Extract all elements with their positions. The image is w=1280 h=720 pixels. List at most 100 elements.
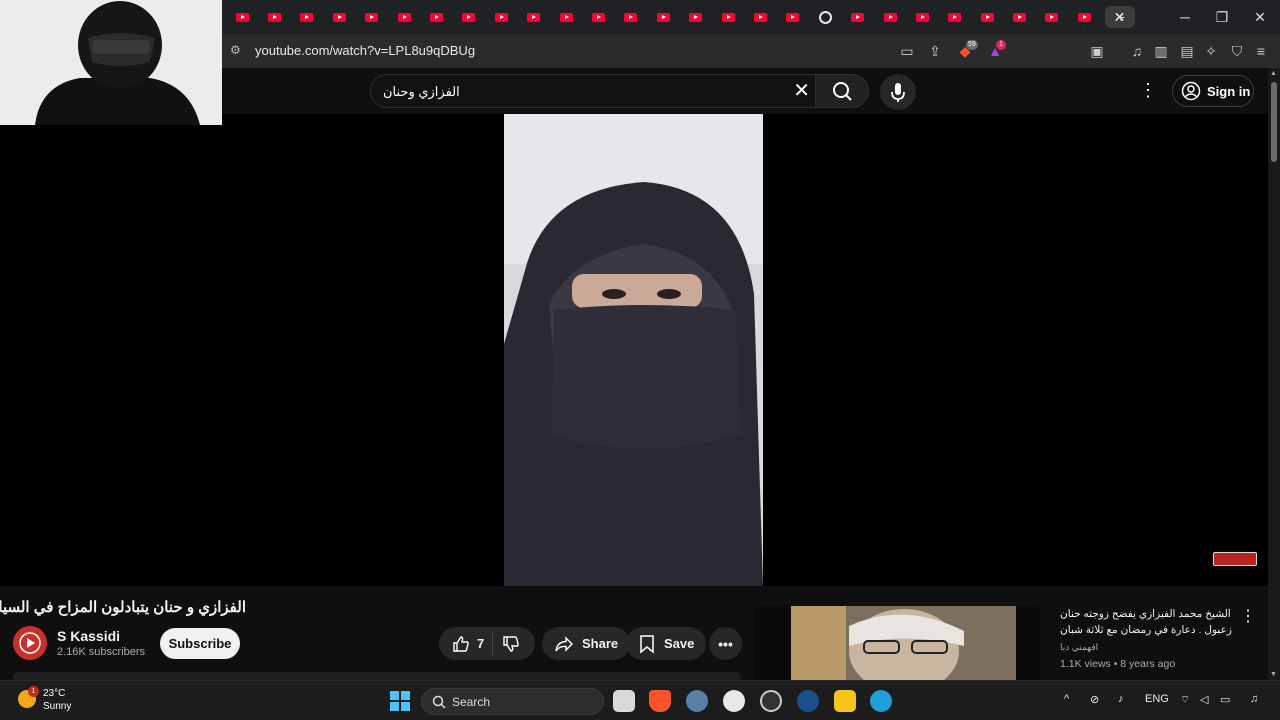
tab-youtube[interactable] bbox=[841, 6, 873, 28]
tab-youtube[interactable] bbox=[679, 6, 711, 28]
tray-overflow-icon[interactable]: ^ bbox=[1064, 693, 1069, 705]
sidebar-icon[interactable]: ▥ bbox=[1152, 42, 1170, 60]
taskbar-search[interactable]: Search bbox=[421, 688, 604, 715]
tab-youtube[interactable] bbox=[356, 6, 388, 28]
youtube-favicon-icon bbox=[753, 12, 767, 22]
tab-youtube[interactable] bbox=[744, 6, 776, 28]
tab-youtube[interactable] bbox=[906, 6, 938, 28]
close-window-icon[interactable]: ✕ bbox=[1245, 6, 1275, 28]
recommended-channel[interactable]: افهمني دبا bbox=[1060, 642, 1098, 653]
tab-youtube[interactable] bbox=[647, 6, 679, 28]
media-icon[interactable]: ♫ bbox=[1128, 42, 1146, 60]
tab-youtube[interactable] bbox=[1003, 6, 1035, 28]
weather-temperature[interactable]: 23°C bbox=[43, 688, 65, 699]
share-icon bbox=[555, 635, 573, 652]
tab-youtube[interactable] bbox=[485, 6, 517, 28]
more-options-icon[interactable]: ⋮ bbox=[1138, 80, 1158, 102]
channel-name[interactable]: S Kassidi bbox=[57, 628, 120, 644]
menu-icon[interactable]: ≡ bbox=[1252, 42, 1270, 60]
youtube-favicon-icon bbox=[559, 12, 573, 22]
page-scrollbar[interactable]: ▲ ▼ bbox=[1268, 68, 1280, 680]
start-button[interactable] bbox=[390, 691, 410, 711]
cast-icon[interactable]: ▭ bbox=[898, 42, 916, 60]
tab-youtube[interactable] bbox=[712, 6, 744, 28]
steam-icon[interactable] bbox=[797, 690, 819, 712]
edge-browser-icon[interactable] bbox=[870, 690, 892, 712]
like-dislike-group: 7 bbox=[439, 627, 535, 660]
clear-search-icon[interactable]: ✕ bbox=[793, 80, 810, 102]
task-view-icon[interactable] bbox=[613, 690, 635, 712]
more-horizontal-icon: ••• bbox=[718, 635, 733, 652]
share-page-icon[interactable]: ⇪ bbox=[926, 42, 944, 60]
youtube-favicon-icon bbox=[365, 12, 379, 22]
save-button[interactable]: Save bbox=[626, 627, 707, 660]
recommended-thumbnail[interactable] bbox=[754, 606, 1040, 680]
video-player[interactable] bbox=[0, 114, 1268, 586]
restore-icon[interactable]: ❐ bbox=[1207, 6, 1237, 28]
tab-youtube[interactable] bbox=[874, 6, 906, 28]
youtube-favicon-icon bbox=[883, 12, 897, 22]
tab-youtube[interactable] bbox=[550, 6, 582, 28]
channel-avatar[interactable] bbox=[13, 626, 47, 660]
tab-youtube[interactable] bbox=[1068, 6, 1100, 28]
reader-mode-icon[interactable]: ▣ bbox=[1088, 42, 1106, 60]
scroll-thumb[interactable] bbox=[1271, 82, 1277, 162]
wallet-icon[interactable]: ▤ bbox=[1178, 42, 1196, 60]
voice-search-button[interactable] bbox=[880, 74, 916, 110]
scroll-up-icon[interactable]: ▲ bbox=[1270, 70, 1277, 77]
youtube-favicon-icon bbox=[462, 12, 476, 22]
settings-icon[interactable] bbox=[686, 690, 708, 712]
tab-youtube[interactable] bbox=[971, 6, 1003, 28]
recommended-title[interactable]: الشيخ محمد الفيزازي يفضح زوجته حنان زعبو… bbox=[1060, 606, 1236, 638]
network-off-icon[interactable]: ⊘ bbox=[1090, 693, 1099, 706]
new-tab-button[interactable]: + bbox=[1106, 6, 1136, 28]
subscribe-button[interactable]: Subscribe bbox=[160, 628, 240, 659]
share-button[interactable]: Share bbox=[542, 627, 631, 660]
tab-youtube[interactable] bbox=[388, 6, 420, 28]
microphone-tray-icon[interactable]: ♪ bbox=[1118, 693, 1124, 705]
site-info-icon[interactable]: ⚙ bbox=[230, 43, 241, 57]
save-label: Save bbox=[664, 636, 695, 651]
tab-youtube[interactable] bbox=[453, 6, 485, 28]
wifi-icon[interactable]: ⌔ bbox=[1180, 693, 1190, 707]
tab-youtube[interactable] bbox=[518, 6, 550, 28]
volume-icon[interactable]: ◁ bbox=[1200, 693, 1208, 706]
weather-condition[interactable]: Sunny bbox=[43, 701, 71, 712]
tab-youtube[interactable] bbox=[939, 6, 971, 28]
tab-youtube[interactable] bbox=[1036, 6, 1068, 28]
scroll-down-icon[interactable]: ▼ bbox=[1270, 671, 1277, 678]
app-icon[interactable] bbox=[834, 690, 856, 712]
search-button[interactable] bbox=[815, 74, 869, 108]
youtube-favicon-icon bbox=[624, 12, 638, 22]
more-actions-button[interactable]: ••• bbox=[709, 627, 742, 660]
tab-youtube[interactable] bbox=[226, 6, 258, 28]
like-button[interactable]: 7 bbox=[451, 634, 484, 654]
leo-ai-icon[interactable]: ✧ bbox=[1202, 42, 1220, 60]
tab-youtube[interactable] bbox=[323, 6, 355, 28]
tab-youtube[interactable] bbox=[420, 6, 452, 28]
language-indicator[interactable]: ENG bbox=[1145, 693, 1169, 705]
tab-chatgpt[interactable] bbox=[809, 6, 841, 28]
recommended-more-icon[interactable]: ⋮ bbox=[1240, 606, 1256, 626]
thumbs-down-icon[interactable] bbox=[501, 634, 521, 654]
youtube-favicon-icon bbox=[527, 12, 541, 22]
tab-youtube[interactable] bbox=[291, 6, 323, 28]
share-label: Share bbox=[582, 636, 619, 651]
xbox-icon[interactable] bbox=[723, 690, 745, 712]
brave-browser-icon[interactable] bbox=[649, 690, 671, 712]
vpn-icon[interactable]: ⛉ bbox=[1228, 42, 1246, 60]
tab-youtube[interactable] bbox=[582, 6, 614, 28]
search-input[interactable]: الفزازي وحنان ✕ bbox=[370, 74, 816, 108]
minimize-icon[interactable]: ─ bbox=[1170, 6, 1200, 28]
youtube-favicon-icon bbox=[1013, 12, 1027, 22]
tab-youtube[interactable] bbox=[258, 6, 290, 28]
sign-in-button[interactable]: Sign in bbox=[1172, 75, 1254, 107]
tab-youtube[interactable] bbox=[777, 6, 809, 28]
chatgpt-icon[interactable] bbox=[760, 690, 782, 712]
notification-bell-icon[interactable]: ♫ bbox=[1250, 693, 1258, 705]
tab-youtube[interactable] bbox=[615, 6, 647, 28]
description-box[interactable] bbox=[13, 672, 741, 680]
youtube-favicon-icon bbox=[300, 12, 314, 22]
battery-icon[interactable]: ▭ bbox=[1220, 693, 1230, 706]
address-bar[interactable]: youtube.com/watch?v=LPL8u9qDBUg bbox=[255, 43, 475, 58]
